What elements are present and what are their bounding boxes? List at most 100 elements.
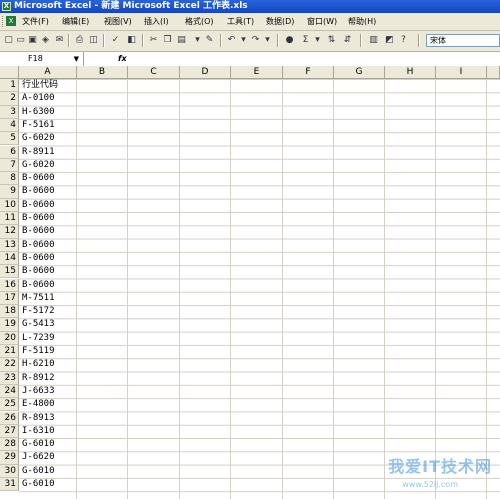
insert-function-icon[interactable]: fx	[118, 53, 127, 65]
permission-icon[interactable]: ◈	[40, 34, 51, 46]
chart-icon[interactable]: ▥	[368, 34, 379, 46]
cell-a[interactable]: R-8913	[22, 412, 55, 425]
cell-a[interactable]: I-6310	[22, 425, 55, 438]
row-header[interactable]: 30	[0, 464, 19, 478]
cell-a[interactable]: R-8911	[22, 146, 55, 159]
column-header-e[interactable]: E	[231, 66, 283, 79]
column-header-g[interactable]: G	[334, 66, 385, 79]
row-header[interactable]: 1	[0, 79, 19, 93]
cell-a[interactable]: M-7511	[22, 292, 55, 305]
row-header[interactable]: 2	[0, 92, 19, 106]
cell-a[interactable]: J-6620	[22, 451, 55, 464]
cell-a[interactable]: H-6300	[22, 106, 55, 119]
row-header[interactable]: 24	[0, 384, 19, 399]
save-icon[interactable]: ▣	[27, 34, 38, 46]
cell-a[interactable]: R-8912	[22, 372, 55, 385]
print-preview-icon[interactable]: ◫	[88, 34, 99, 46]
paste-dropdown-icon[interactable]: ▾	[192, 34, 203, 46]
cell-a[interactable]: J-6633	[22, 385, 55, 398]
cell-a[interactable]: B-0600	[22, 279, 55, 292]
row-header[interactable]: 29	[0, 451, 19, 465]
cell-a[interactable]: G-6010	[22, 478, 55, 491]
row-header[interactable]: 23	[0, 371, 19, 385]
column-header-a[interactable]: A	[19, 66, 77, 79]
redo-dropdown-icon[interactable]: ▾	[262, 34, 273, 46]
cell-a[interactable]: B-0600	[22, 239, 55, 252]
cell-a[interactable]: F-5172	[22, 305, 55, 318]
row-header[interactable]: 31	[0, 478, 19, 492]
cell-a[interactable]: A-0100	[22, 92, 55, 105]
paste-icon[interactable]: ▤	[176, 34, 187, 46]
menu-edit[interactable]: 编辑(E)	[62, 16, 89, 27]
menu-view[interactable]: 视图(V)	[104, 16, 132, 27]
new-icon[interactable]: ▢	[3, 34, 14, 46]
menu-data[interactable]: 数据(D)	[266, 16, 294, 27]
menu-file[interactable]: 文件(F)	[22, 16, 49, 27]
menu-help[interactable]: 帮助(H)	[348, 16, 376, 27]
spelling-icon[interactable]: ✓	[110, 34, 121, 46]
cell-a[interactable]: F-5161	[22, 119, 55, 132]
row-header[interactable]: 22	[0, 358, 19, 372]
cell-a[interactable]: G-6020	[22, 132, 55, 145]
column-header-h[interactable]: H	[385, 66, 436, 79]
cell-a[interactable]: H-6210	[22, 358, 55, 371]
row-header[interactable]: 11	[0, 212, 19, 226]
cell-a[interactable]: B-0600	[22, 225, 55, 238]
cell-a[interactable]: G-5413	[22, 318, 55, 331]
autosum-dropdown-icon[interactable]: ▾	[312, 34, 323, 46]
undo-icon[interactable]: ↶	[226, 34, 237, 46]
help-icon[interactable]: ?	[398, 34, 409, 46]
font-name-box[interactable]: 宋体	[426, 34, 500, 47]
row-header[interactable]: 19	[0, 318, 19, 332]
column-header-d[interactable]: D	[180, 66, 231, 79]
undo-dropdown-icon[interactable]: ▾	[238, 34, 249, 46]
cell-a[interactable]: G-6020	[22, 159, 55, 172]
cell-a[interactable]: B-0600	[22, 185, 55, 198]
cell-a[interactable]: G-6010	[22, 438, 55, 451]
cell-a[interactable]: 行业代码	[22, 79, 58, 92]
row-header[interactable]: 4	[0, 118, 19, 133]
row-header[interactable]: 26	[0, 411, 19, 425]
research-icon[interactable]: ◧	[126, 34, 137, 46]
column-header-i[interactable]: I	[436, 66, 487, 79]
row-header[interactable]: 12	[0, 225, 19, 239]
row-header[interactable]: 5	[0, 132, 19, 146]
row-header[interactable]: 6	[0, 145, 19, 159]
column-header-c[interactable]: C	[128, 66, 180, 79]
sort-ascending-icon[interactable]: ⇅	[326, 34, 337, 46]
row-header[interactable]: 8	[0, 172, 19, 186]
row-header[interactable]: 17	[0, 291, 19, 306]
column-header-b[interactable]: B	[77, 66, 128, 79]
row-header[interactable]: 25	[0, 398, 19, 412]
redo-icon[interactable]: ↷	[250, 34, 261, 46]
cell-a[interactable]: B-0600	[22, 252, 55, 265]
row-header[interactable]: 3	[0, 105, 19, 119]
row-header[interactable]: 27	[0, 424, 19, 439]
row-header[interactable]: 15	[0, 265, 19, 279]
cell-a[interactable]: E-4800	[22, 398, 55, 411]
column-header-partial[interactable]	[487, 66, 500, 79]
email-icon[interactable]: ✉	[54, 34, 65, 46]
row-header[interactable]: 10	[0, 198, 19, 212]
cell-a[interactable]: B-0600	[22, 265, 55, 278]
menu-window[interactable]: 窗口(W)	[307, 16, 337, 27]
drawing-icon[interactable]: ◩	[384, 34, 395, 46]
cell-a[interactable]: F-5119	[22, 345, 55, 358]
sort-descending-icon[interactable]: ⇵	[342, 34, 353, 46]
print-icon[interactable]: ⎙	[74, 34, 85, 46]
autosum-icon[interactable]: Σ	[300, 34, 311, 46]
cell-area[interactable]	[19, 79, 500, 499]
row-header[interactable]: 16	[0, 278, 19, 292]
cell-a[interactable]: B-0600	[22, 172, 55, 185]
cell-a[interactable]: L-7239	[22, 332, 55, 345]
name-box[interactable]: F18 ▼	[0, 52, 84, 66]
row-header[interactable]: 13	[0, 238, 19, 252]
chevron-down-icon[interactable]: ▼	[74, 53, 79, 65]
cut-icon[interactable]: ✂	[148, 34, 159, 46]
row-header[interactable]: 14	[0, 251, 19, 266]
row-header[interactable]: 21	[0, 345, 19, 359]
column-header-f[interactable]: F	[283, 66, 334, 79]
copy-icon[interactable]: ❐	[162, 34, 173, 46]
open-icon[interactable]: ▭	[15, 34, 26, 46]
formula-input[interactable]	[132, 53, 498, 65]
